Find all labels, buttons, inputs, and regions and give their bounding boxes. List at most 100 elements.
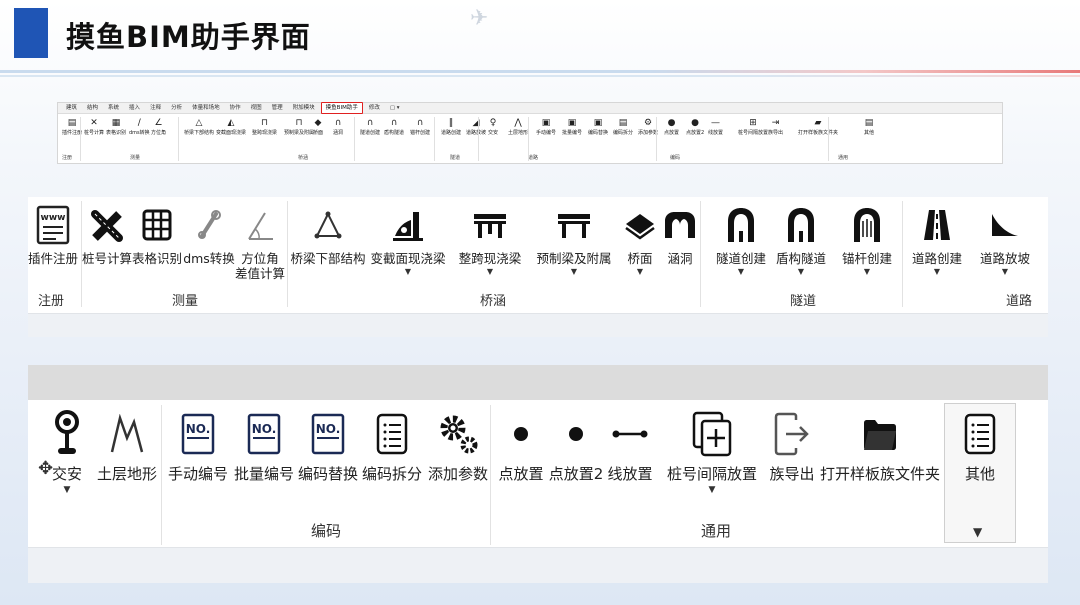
variable-section-beam-button[interactable]: 变截面现浇梁 ▼ bbox=[370, 205, 446, 276]
precast-beam-button[interactable]: 预制梁及附属 ▼ bbox=[534, 205, 614, 276]
mini-ribbon-button[interactable]: ✕ 桩号计算 bbox=[84, 118, 104, 136]
mini-ribbon-button[interactable]: ◢ 道路放坡 bbox=[466, 118, 486, 136]
code-split-button[interactable]: 编码拆分 bbox=[360, 409, 424, 483]
mini-ribbon-icon: ◭ bbox=[227, 118, 235, 128]
mini-ribbon-button[interactable]: ◭ 变截面现浇梁 bbox=[216, 118, 246, 136]
anchor-create-button[interactable]: 锚杆创建 ▼ bbox=[834, 205, 900, 276]
plugin-register-button[interactable]: www 插件注册 bbox=[28, 205, 78, 266]
mini-ribbon-button[interactable]: ⊓ 整跨现浇梁 bbox=[252, 118, 277, 136]
traffic-safety-button[interactable]: 交安 ▼ bbox=[42, 409, 92, 495]
point-place-button[interactable]: 点放置 bbox=[496, 409, 546, 483]
mini-ribbon-button[interactable]: — 线放置 bbox=[708, 118, 723, 136]
mini-ribbon-label: 点放置 bbox=[664, 130, 680, 136]
family-export-button[interactable]: 族导出 bbox=[764, 409, 820, 483]
mini-tab[interactable]: 协作 bbox=[226, 103, 245, 113]
culvert-label: 涵洞 bbox=[667, 251, 693, 266]
mini-ribbon-button[interactable]: ▤ 其他 bbox=[864, 118, 874, 136]
mini-ribbon-button[interactable]: ∩ 锚杆创建 bbox=[410, 118, 430, 136]
mini-ribbon-button[interactable]: ◆ 桥面 bbox=[313, 118, 323, 136]
shield-tunnel-button[interactable]: 盾构隧道 ▼ bbox=[768, 205, 834, 276]
mini-ribbon-button[interactable]: ⊓ 预制梁及附属 bbox=[284, 118, 314, 136]
tunnel-create-button[interactable]: 隧道创建 ▼ bbox=[708, 205, 774, 276]
mini-ribbon-button[interactable]: ∩ 隧道创建 bbox=[360, 118, 380, 136]
dropdown-arrow-icon[interactable]: ▼ bbox=[709, 485, 716, 495]
bridge-substructure-button[interactable]: 桥梁下部结构 bbox=[290, 205, 366, 266]
mini-ribbon-label: 其他 bbox=[864, 130, 875, 136]
mini-ribbon-icon: ▣ bbox=[593, 118, 603, 128]
azimuth-calc-button[interactable]: 方位角 差值计算 bbox=[234, 205, 286, 281]
mini-ribbon-button[interactable]: ▣ 手动编号 bbox=[536, 118, 556, 136]
mini-tab[interactable]: 修改 bbox=[365, 103, 384, 113]
mini-tab[interactable]: ▢ ▾ bbox=[386, 103, 404, 113]
road-slope-button[interactable]: 道路放坡 ▼ bbox=[972, 205, 1038, 276]
mini-ribbon-button[interactable]: ∩ 涵洞 bbox=[333, 118, 343, 136]
mini-ribbon-button[interactable]: ⇥ 族导出 bbox=[768, 118, 783, 136]
mini-ribbon-button[interactable]: ▣ 编码替换 bbox=[588, 118, 608, 136]
mini-ribbon-button[interactable]: ∠ 方位角 bbox=[151, 118, 166, 136]
dropdown-arrow-icon[interactable]: ▼ bbox=[934, 267, 940, 276]
dropdown-arrow-icon[interactable]: ▼ bbox=[1002, 267, 1008, 276]
mini-ribbon-button[interactable]: △ 桥梁下部结构 bbox=[184, 118, 214, 136]
line-place-button[interactable]: 线放置 bbox=[604, 409, 656, 483]
open-template-folder-button[interactable]: 打开样板族文件夹 bbox=[818, 409, 942, 483]
full-span-beam-button[interactable]: 整跨现浇梁 ▼ bbox=[456, 205, 524, 276]
mini-tab[interactable]: 视图 bbox=[247, 103, 266, 113]
mini-ribbon-button[interactable]: ⊞ 桩号间隔放置 bbox=[738, 118, 768, 136]
mini-ribbon-icon: ‖ bbox=[448, 118, 454, 128]
other-button[interactable]: 其他 bbox=[944, 409, 1016, 483]
culvert-button[interactable]: 涵洞 bbox=[660, 205, 700, 266]
bridge-deck-button[interactable]: 桥面 ▼ bbox=[620, 205, 660, 276]
stake-calc-button[interactable]: 桩号计算 bbox=[82, 205, 132, 266]
mini-ribbon-button[interactable]: ∕ dms转换 bbox=[129, 118, 150, 136]
table-recognize-button[interactable]: 表格识别 bbox=[132, 205, 182, 266]
mini-ribbon-button[interactable]: ▰ 打开样板族文件夹 bbox=[798, 118, 838, 136]
mini-ribbon-button[interactable]: ♀ 交安 bbox=[488, 118, 498, 136]
mini-tab[interactable]: 摸鱼BIM助手 bbox=[320, 102, 363, 114]
mini-ribbon-button[interactable]: ▤ 编码拆分 bbox=[613, 118, 633, 136]
point-place-2-button[interactable]: 点放置2 bbox=[546, 409, 606, 483]
mini-ribbon-button[interactable]: ▣ 批量编号 bbox=[562, 118, 582, 136]
mini-ribbon-icon: △ bbox=[195, 118, 203, 128]
triangle-nodes-icon bbox=[313, 205, 343, 245]
road-create-button[interactable]: 道路创建 ▼ bbox=[904, 205, 970, 276]
mini-ribbon-button[interactable]: ⋀ 土层地形 bbox=[508, 118, 528, 136]
other-dropdown-arrow-icon[interactable]: ▼ bbox=[973, 525, 982, 539]
mini-ribbon-button[interactable]: ● 点放置 bbox=[664, 118, 679, 136]
dropdown-arrow-icon[interactable]: ▼ bbox=[405, 267, 411, 276]
azimuth-label-line1: 方位角 bbox=[241, 251, 279, 266]
dms-convert-button[interactable]: dms转换 bbox=[182, 205, 236, 266]
mini-ribbon-icon: — bbox=[711, 118, 720, 128]
stake-interval-place-button[interactable]: 桩号间隔放置 ▼ bbox=[664, 409, 760, 495]
mini-tab[interactable]: 系统 bbox=[104, 103, 123, 113]
mini-ribbon-button[interactable]: ● 点放置2 bbox=[686, 118, 704, 136]
mini-group-separator bbox=[656, 117, 657, 161]
number-card-icon: NO. bbox=[181, 409, 215, 459]
mini-group-separator bbox=[528, 117, 529, 161]
dropdown-arrow-icon[interactable]: ▼ bbox=[798, 267, 804, 276]
dropdown-arrow-icon[interactable]: ▼ bbox=[738, 267, 744, 276]
mini-ribbon-button[interactable]: ⚙ 添加参数 bbox=[638, 118, 658, 136]
mini-tab[interactable]: 插入 bbox=[125, 103, 144, 113]
mini-tab[interactable]: 附加模块 bbox=[289, 103, 319, 113]
mini-ribbon-button[interactable]: ▦ 表格识别 bbox=[106, 118, 126, 136]
mini-tab[interactable]: 分析 bbox=[167, 103, 186, 113]
add-parameter-button[interactable]: 添加参数 bbox=[426, 409, 490, 483]
mini-ribbon-button[interactable]: ‖ 道路创建 bbox=[441, 118, 461, 136]
mini-tab[interactable]: 结构 bbox=[83, 103, 102, 113]
dropdown-arrow-icon[interactable]: ▼ bbox=[637, 267, 643, 276]
dropdown-arrow-icon[interactable]: ▼ bbox=[571, 267, 577, 276]
manual-number-button[interactable]: NO. 手动编号 bbox=[166, 409, 230, 483]
mini-tab[interactable]: 管理 bbox=[268, 103, 287, 113]
variable-section-beam-label: 变截面现浇梁 bbox=[370, 251, 446, 266]
code-replace-button[interactable]: NO. 编码替换 bbox=[296, 409, 360, 483]
mini-tab[interactable]: 体量和场地 bbox=[188, 103, 224, 113]
dropdown-arrow-icon[interactable]: ▼ bbox=[487, 267, 493, 276]
mini-ribbon-button[interactable]: ▤ 插件注册 bbox=[62, 118, 82, 136]
soil-terrain-button[interactable]: 土层地形 bbox=[92, 409, 162, 483]
dropdown-arrow-icon[interactable]: ▼ bbox=[64, 485, 71, 495]
mini-tab[interactable]: 注释 bbox=[146, 103, 165, 113]
dropdown-arrow-icon[interactable]: ▼ bbox=[864, 267, 870, 276]
mini-tab[interactable]: 建筑 bbox=[62, 103, 81, 113]
mini-ribbon-button[interactable]: ∩ 盾构隧道 bbox=[384, 118, 404, 136]
batch-number-button[interactable]: NO. 批量编号 bbox=[232, 409, 296, 483]
